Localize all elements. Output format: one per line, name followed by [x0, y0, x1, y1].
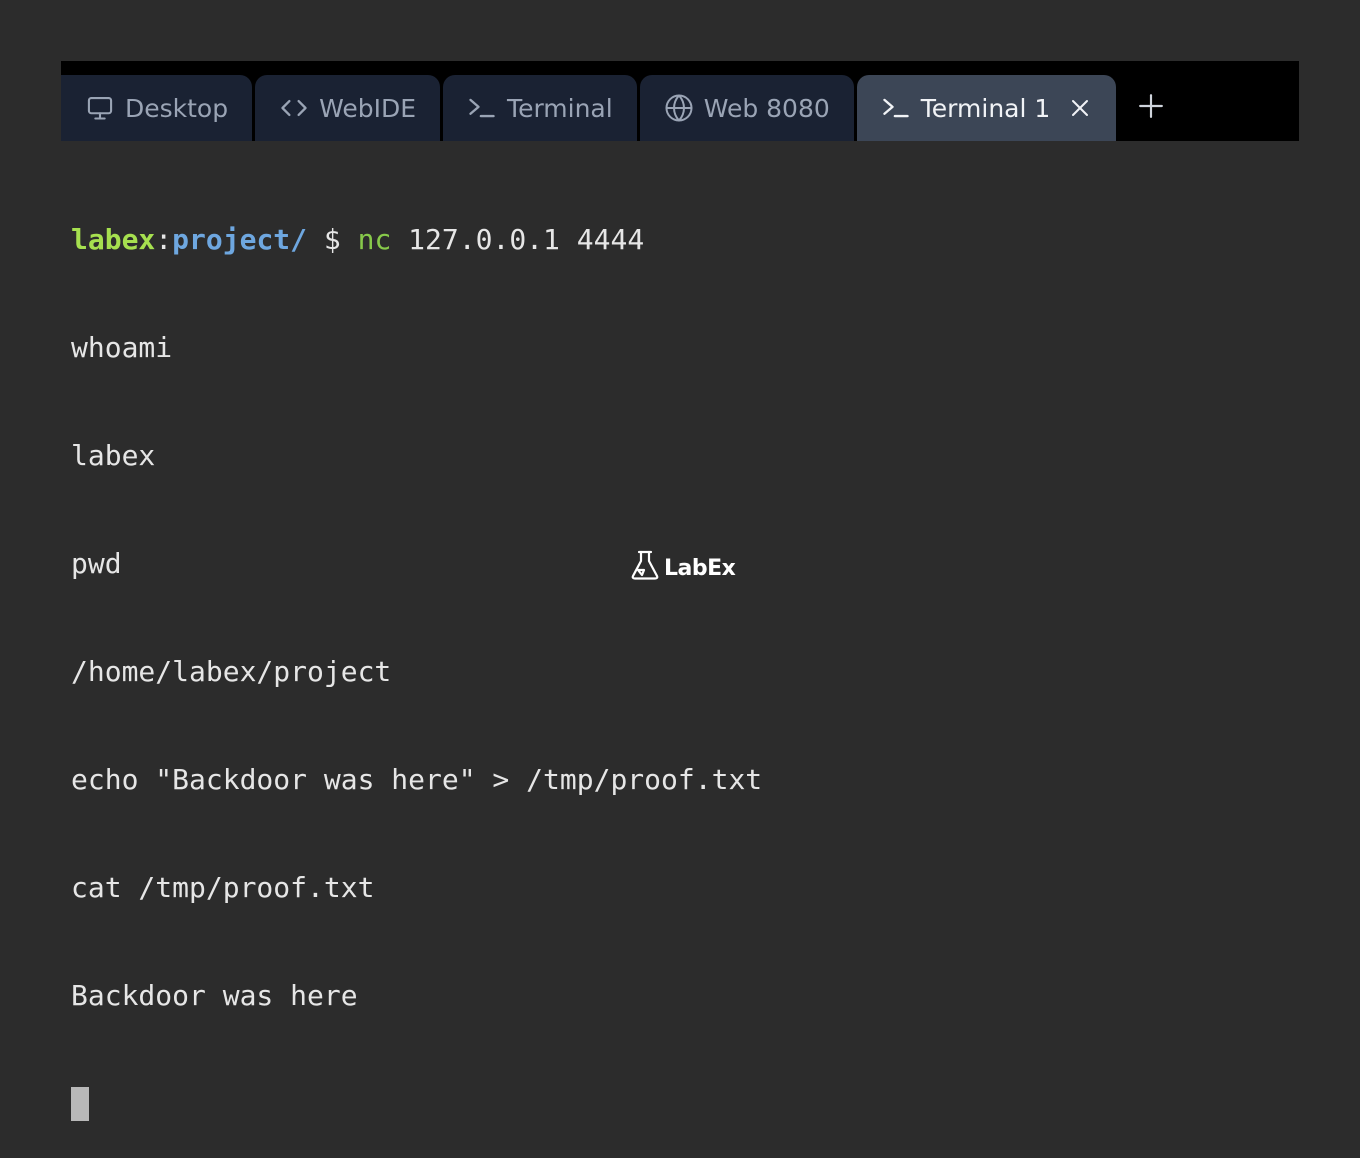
tab-terminal[interactable]: Terminal [443, 75, 637, 141]
tab-label: Terminal 1 [920, 93, 1051, 123]
flask-icon [630, 549, 660, 587]
monitor-icon [85, 93, 115, 123]
command-name: nc [357, 223, 392, 256]
tab-label: Terminal [507, 93, 613, 123]
terminal-line: /home/labex/project [71, 655, 392, 688]
tab-web-8080[interactable]: Web 8080 [639, 75, 854, 141]
code-icon [279, 93, 309, 123]
tab-terminal-1[interactable]: Terminal 1 [856, 75, 1117, 141]
tab-label: Web 8080 [703, 93, 830, 123]
prompt-user: labex [71, 223, 156, 256]
tab-desktop[interactable]: Desktop [61, 75, 253, 141]
terminal-icon [881, 93, 911, 123]
globe-icon [664, 93, 694, 123]
prompt-symbol: $ [307, 223, 358, 256]
terminal-output[interactable]: labex:project/ $ nc 127.0.0.1 4444 whoam… [71, 150, 1291, 1158]
logo-text: LabEx [664, 555, 736, 581]
terminal-icon [467, 93, 497, 123]
terminal-line: cat /tmp/proof.txt [71, 871, 375, 904]
terminal-cursor [71, 1087, 89, 1121]
terminal-line: whoami [71, 331, 173, 364]
add-tab-button[interactable] [1119, 75, 1183, 141]
cursor-line [71, 1086, 1291, 1122]
tab-webide[interactable]: WebIDE [255, 75, 441, 141]
tab-label: Desktop [125, 93, 229, 123]
prompt-path: project/ [172, 223, 308, 256]
terminal-line: Backdoor was here [71, 979, 358, 1012]
prompt-line: labex:project/ $ nc 127.0.0.1 4444 [71, 222, 1291, 258]
terminal-line: labex [71, 439, 156, 472]
prompt-separator: : [155, 223, 173, 256]
tab-label: WebIDE [319, 93, 417, 123]
terminal-line: echo "Backdoor was here" > /tmp/proof.tx… [71, 763, 763, 796]
labex-logo: LabEx [630, 549, 736, 587]
tab-bar: Desktop WebIDE Terminal Web 8080 Termina… [61, 75, 1183, 141]
close-icon[interactable] [1068, 96, 1092, 120]
command-args: 127.0.0.1 4444 [391, 223, 645, 256]
plus-icon [1138, 93, 1164, 124]
